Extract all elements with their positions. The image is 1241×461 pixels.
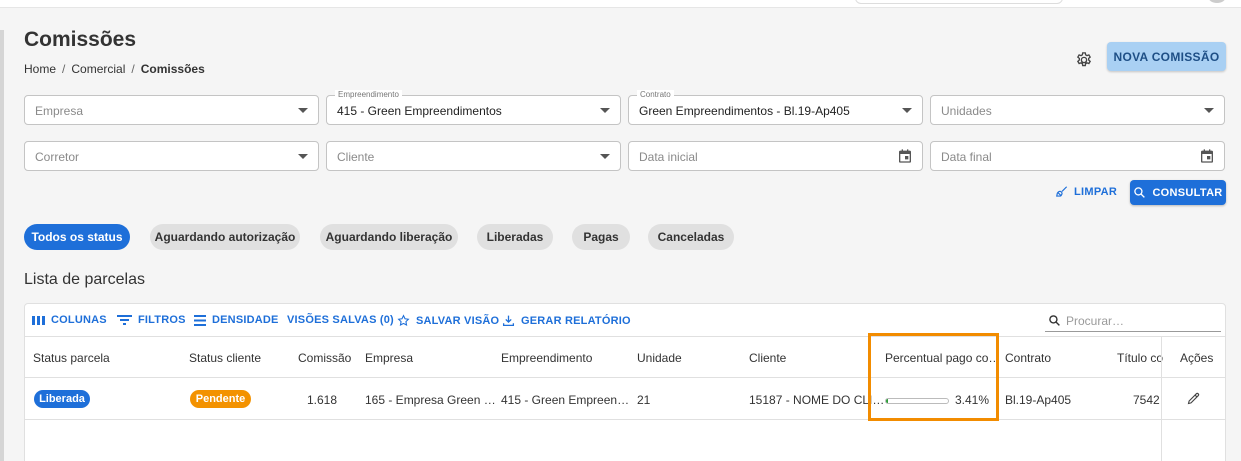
col-empresa[interactable]: Empresa bbox=[365, 351, 413, 365]
chevron-down-icon bbox=[600, 108, 610, 113]
star-icon bbox=[397, 314, 410, 326]
filter-icon bbox=[117, 315, 132, 325]
contrato-select[interactable]: Contrato Green Empreendimentos - Bl.19-A… bbox=[628, 90, 923, 125]
col-cliente[interactable]: Cliente bbox=[749, 351, 786, 365]
col-unidade[interactable]: Unidade bbox=[637, 351, 682, 365]
grid-toolbar: COLUNAS FILTROS DENSIDADE VISÕES SALVAS … bbox=[25, 304, 1225, 336]
saved-views-button[interactable]: VISÕES SALVAS (0) bbox=[287, 314, 394, 326]
chip-aguardando-liberacao[interactable]: Aguardando liberação bbox=[320, 224, 458, 250]
cell-unidade: 21 bbox=[637, 393, 651, 407]
chip-canceladas[interactable]: Canceladas bbox=[648, 224, 734, 250]
contrato-label: Contrato bbox=[637, 90, 674, 100]
calendar-icon[interactable] bbox=[1199, 148, 1215, 164]
corretor-select[interactable]: Corretor bbox=[24, 141, 319, 171]
chip-todos-status[interactable]: Todos os status bbox=[24, 224, 130, 250]
unidades-select[interactable]: Unidades bbox=[930, 95, 1225, 125]
data-inicial-input[interactable]: Data inicial bbox=[628, 141, 923, 171]
search-icon bbox=[1049, 315, 1060, 326]
data-inicial-placeholder: Data inicial bbox=[639, 150, 698, 164]
cell-comissao: 1.618 bbox=[307, 393, 338, 407]
report-label: GERAR RELATÓRIO bbox=[521, 314, 631, 327]
list-title: Lista de parcelas bbox=[24, 271, 145, 288]
status-badge-pendente: Pendente bbox=[190, 390, 251, 408]
density-label: DENSIDADE bbox=[212, 314, 279, 326]
breadcrumb-home[interactable]: Home bbox=[24, 62, 56, 76]
top-bar bbox=[0, 0, 1241, 8]
chip-pagas[interactable]: Pagas bbox=[572, 224, 630, 250]
data-final-input[interactable]: Data final bbox=[930, 141, 1225, 171]
cell-cliente: 15187 - NOME DO CLI… bbox=[749, 393, 885, 407]
sidebar-edge bbox=[0, 30, 4, 461]
edit-icon[interactable] bbox=[1186, 391, 1201, 406]
gear-icon[interactable] bbox=[1075, 51, 1093, 69]
col-empreendimento[interactable]: Empreendimento bbox=[501, 351, 592, 365]
density-button[interactable]: DENSIDADE bbox=[194, 314, 279, 326]
download-icon bbox=[502, 315, 515, 327]
col-contrato[interactable]: Contrato bbox=[1005, 351, 1051, 365]
density-icon bbox=[194, 314, 206, 326]
table-row[interactable]: Liberada Pendente 1.618 165 - Empresa Gr… bbox=[25, 378, 1225, 420]
cell-contrato: Bl.19-Ap405 bbox=[1005, 393, 1072, 407]
data-grid: COLUNAS FILTROS DENSIDADE VISÕES SALVAS … bbox=[24, 303, 1226, 461]
col-status-cliente[interactable]: Status cliente bbox=[189, 351, 261, 365]
contrato-value: Green Empreendimentos - Bl.19-Ap405 bbox=[639, 104, 850, 118]
save-view-label: SALVAR VISÃO bbox=[416, 314, 500, 327]
empresa-placeholder: Empresa bbox=[35, 104, 84, 118]
page-title: Comissões bbox=[24, 28, 137, 51]
clear-label: LIMPAR bbox=[1074, 186, 1118, 198]
user-avatar[interactable] bbox=[1208, 0, 1226, 3]
breadcrumb: Home / Comercial / Comissões bbox=[24, 62, 205, 76]
chevron-down-icon bbox=[902, 108, 912, 113]
empresa-select[interactable]: Empresa bbox=[24, 95, 319, 125]
corretor-placeholder: Corretor bbox=[35, 150, 80, 164]
chip-aguardando-autorizacao[interactable]: Aguardando autorização bbox=[150, 224, 300, 250]
columns-button[interactable]: COLUNAS bbox=[32, 314, 107, 326]
unidades-placeholder: Unidades bbox=[941, 104, 992, 118]
grid-search-input[interactable]: Procurar… bbox=[1045, 310, 1221, 332]
col-acoes: Ações bbox=[1180, 351, 1214, 365]
breadcrumb-current: Comissões bbox=[140, 62, 205, 76]
chevron-down-icon bbox=[298, 154, 308, 159]
cliente-select[interactable]: Cliente bbox=[326, 141, 621, 171]
chevron-down-icon bbox=[600, 154, 610, 159]
chevron-down-icon bbox=[1204, 108, 1214, 113]
empreendimento-label: Empreendimento bbox=[335, 90, 402, 100]
col-titulo[interactable]: Título co bbox=[1117, 351, 1163, 365]
data-final-placeholder: Data final bbox=[941, 150, 992, 164]
search-label: CONSULTAR bbox=[1152, 186, 1223, 199]
saved-views-label: VISÕES SALVAS (0) bbox=[287, 314, 394, 326]
filters-label: FILTROS bbox=[138, 314, 186, 326]
filters-button[interactable]: FILTROS bbox=[117, 314, 186, 326]
status-badge-liberada: Liberada bbox=[34, 390, 90, 408]
columns-label: COLUNAS bbox=[51, 314, 107, 326]
highlight-box bbox=[868, 333, 999, 421]
calendar-icon[interactable] bbox=[897, 148, 913, 164]
empreendimento-value: 415 - Green Empreendimentos bbox=[337, 104, 502, 118]
empreendimento-select[interactable]: Empreendimento 415 - Green Empreendiment… bbox=[326, 90, 621, 125]
search-icon bbox=[1134, 187, 1146, 198]
cliente-placeholder: Cliente bbox=[337, 150, 375, 164]
chip-liberadas[interactable]: Liberadas bbox=[477, 224, 553, 250]
cell-empresa: 165 - Empresa Green … bbox=[365, 393, 496, 407]
actions-column-divider bbox=[1161, 336, 1162, 461]
chevron-down-icon bbox=[298, 108, 308, 113]
clear-button[interactable]: LIMPAR bbox=[1055, 184, 1117, 200]
save-view-button[interactable]: SALVAR VISÃO bbox=[397, 314, 499, 327]
columns-icon bbox=[32, 315, 45, 325]
top-search-pill[interactable] bbox=[855, 0, 1063, 4]
new-commission-button[interactable]: NOVA COMISSÃO bbox=[1107, 42, 1226, 71]
table-header: Status parcela Status cliente Comissão E… bbox=[25, 336, 1225, 378]
col-comissao[interactable]: Comissão bbox=[298, 351, 351, 365]
grid-search-placeholder: Procurar… bbox=[1066, 314, 1125, 328]
breadcrumb-comercial[interactable]: Comercial bbox=[71, 62, 125, 76]
search-button[interactable]: CONSULTAR bbox=[1130, 180, 1226, 205]
cell-empreendimento: 415 - Green Empreen… bbox=[501, 393, 630, 407]
broom-icon bbox=[1056, 186, 1068, 197]
col-status-parcela[interactable]: Status parcela bbox=[33, 351, 110, 365]
report-button[interactable]: GERAR RELATÓRIO bbox=[502, 314, 631, 327]
cell-titulo: 7542 bbox=[1133, 393, 1160, 407]
